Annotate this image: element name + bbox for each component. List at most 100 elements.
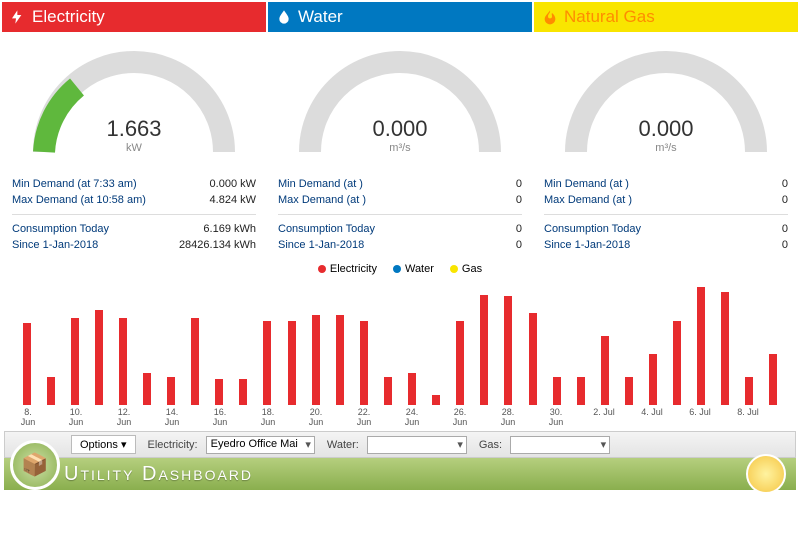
chart-bar[interactable] <box>522 277 543 405</box>
legend-gas[interactable]: Gas <box>450 263 482 275</box>
x-tick-label: 22. Jun <box>352 407 376 427</box>
x-tick-label: 26. Jun <box>448 407 472 427</box>
chart-bar[interactable] <box>88 277 109 405</box>
water-title: Water <box>298 7 343 27</box>
elec-select-value: Eyedro Office Mai <box>211 438 298 450</box>
legend-water-label: Water <box>405 263 434 275</box>
elec-max-label: Max Demand (at 10:58 am) <box>12 194 146 206</box>
elec-since-label: Since 1-Jan-2018 <box>12 239 98 251</box>
chart-bar[interactable] <box>546 277 567 405</box>
electricity-title: Electricity <box>32 7 105 27</box>
chart-bar[interactable] <box>305 277 326 405</box>
gas-today-label: Consumption Today <box>544 223 641 235</box>
gas-panel: Natural Gas 0.000 m³/s Min Demand (at )0… <box>534 2 798 259</box>
sun-badge-icon <box>746 454 786 494</box>
x-tick-label: 6. Jul <box>688 407 712 427</box>
chart-bar[interactable] <box>209 277 230 405</box>
elec-min-label: Min Demand (at 7:33 am) <box>12 178 137 190</box>
legend-electricity[interactable]: Electricity <box>318 263 377 275</box>
water-header: Water <box>268 2 532 32</box>
chart-bar[interactable] <box>64 277 85 405</box>
x-tick-label <box>664 407 688 427</box>
chart-bar[interactable] <box>40 277 61 405</box>
water-min-label: Min Demand (at ) <box>278 178 363 190</box>
water-select-label: Water: <box>327 439 359 451</box>
legend-elec-label: Electricity <box>330 263 377 275</box>
chart-bar[interactable] <box>233 277 254 405</box>
chart-bar[interactable] <box>185 277 206 405</box>
x-tick-label: 10. Jun <box>64 407 88 427</box>
water-max-label: Max Demand (at ) <box>278 194 366 206</box>
gas-select[interactable] <box>510 436 610 454</box>
chart-bar[interactable] <box>329 277 350 405</box>
gas-min-value: 0 <box>782 178 788 190</box>
x-tick-label <box>232 407 256 427</box>
water-since-label: Since 1-Jan-2018 <box>278 239 364 251</box>
x-tick-label <box>472 407 496 427</box>
x-tick-label: 8. Jul <box>736 407 760 427</box>
water-today-value: 0 <box>516 223 522 235</box>
chart-bar[interactable] <box>618 277 639 405</box>
x-tick-label <box>760 407 784 427</box>
chart-bar[interactable] <box>16 277 37 405</box>
x-tick-label: 18. Jun <box>256 407 280 427</box>
chart-bar[interactable] <box>281 277 302 405</box>
electricity-gauge: 1.663 kW <box>2 32 266 172</box>
chart-bar[interactable] <box>570 277 591 405</box>
app-logo-icon: 📦 <box>10 440 60 490</box>
gas-max-label: Max Demand (at ) <box>544 194 632 206</box>
chart-bar[interactable] <box>691 277 712 405</box>
chart-bar[interactable] <box>763 277 784 405</box>
chart-bar[interactable] <box>402 277 423 405</box>
gas-today-value: 0 <box>782 223 788 235</box>
consumption-chart[interactable] <box>0 277 800 407</box>
chart-bar[interactable] <box>474 277 495 405</box>
footer-title: Utility Dashboard <box>64 463 253 486</box>
chart-bar[interactable] <box>353 277 374 405</box>
drop-icon <box>276 9 292 25</box>
chart-bar[interactable] <box>161 277 182 405</box>
chart-legend: Electricity Water Gas <box>0 261 800 277</box>
water-min-value: 0 <box>516 178 522 190</box>
gas-gauge: 0.000 m³/s <box>534 32 798 172</box>
legend-gas-label: Gas <box>462 263 482 275</box>
x-tick-label: 8. Jun <box>16 407 40 427</box>
water-select[interactable] <box>367 436 467 454</box>
chart-bar[interactable] <box>594 277 615 405</box>
chart-bar[interactable] <box>426 277 447 405</box>
chart-bar[interactable] <box>257 277 278 405</box>
options-button[interactable]: Options ▾ <box>71 435 136 454</box>
chart-bar[interactable] <box>667 277 688 405</box>
water-stats: Min Demand (at )0 Max Demand (at )0 Cons… <box>268 172 532 259</box>
x-tick-label: 2. Jul <box>592 407 616 427</box>
chart-bar[interactable] <box>498 277 519 405</box>
water-gauge: 0.000 m³/s <box>268 32 532 172</box>
chart-bar[interactable] <box>642 277 663 405</box>
elec-since-value: 28426.134 kWh <box>179 239 256 251</box>
electricity-header: Electricity <box>2 2 266 32</box>
chart-bar[interactable] <box>377 277 398 405</box>
x-tick-label <box>40 407 64 427</box>
dot-icon <box>318 265 326 273</box>
x-tick-label <box>376 407 400 427</box>
x-tick-label <box>520 407 544 427</box>
legend-water[interactable]: Water <box>393 263 434 275</box>
gas-since-value: 0 <box>782 239 788 251</box>
chart-bar[interactable] <box>739 277 760 405</box>
bolt-icon <box>10 9 26 25</box>
x-tick-label <box>616 407 640 427</box>
elec-today-label: Consumption Today <box>12 223 109 235</box>
chart-bar[interactable] <box>112 277 133 405</box>
elec-min-value: 0.000 kW <box>210 178 256 190</box>
chart-bar[interactable] <box>450 277 471 405</box>
chart-bar[interactable] <box>715 277 736 405</box>
footer: 📦 Utility Dashboard <box>4 458 796 490</box>
x-tick-label <box>328 407 352 427</box>
panel-row: Electricity 1.663 kW Min Demand (at 7:33… <box>0 0 800 261</box>
elec-max-value: 4.824 kW <box>210 194 256 206</box>
elec-today-value: 6.169 kWh <box>203 223 256 235</box>
gas-select-label: Gas: <box>479 439 502 451</box>
chart-bar[interactable] <box>136 277 157 405</box>
x-tick-label: 24. Jun <box>400 407 424 427</box>
electricity-select[interactable]: Eyedro Office Mai <box>206 436 315 454</box>
